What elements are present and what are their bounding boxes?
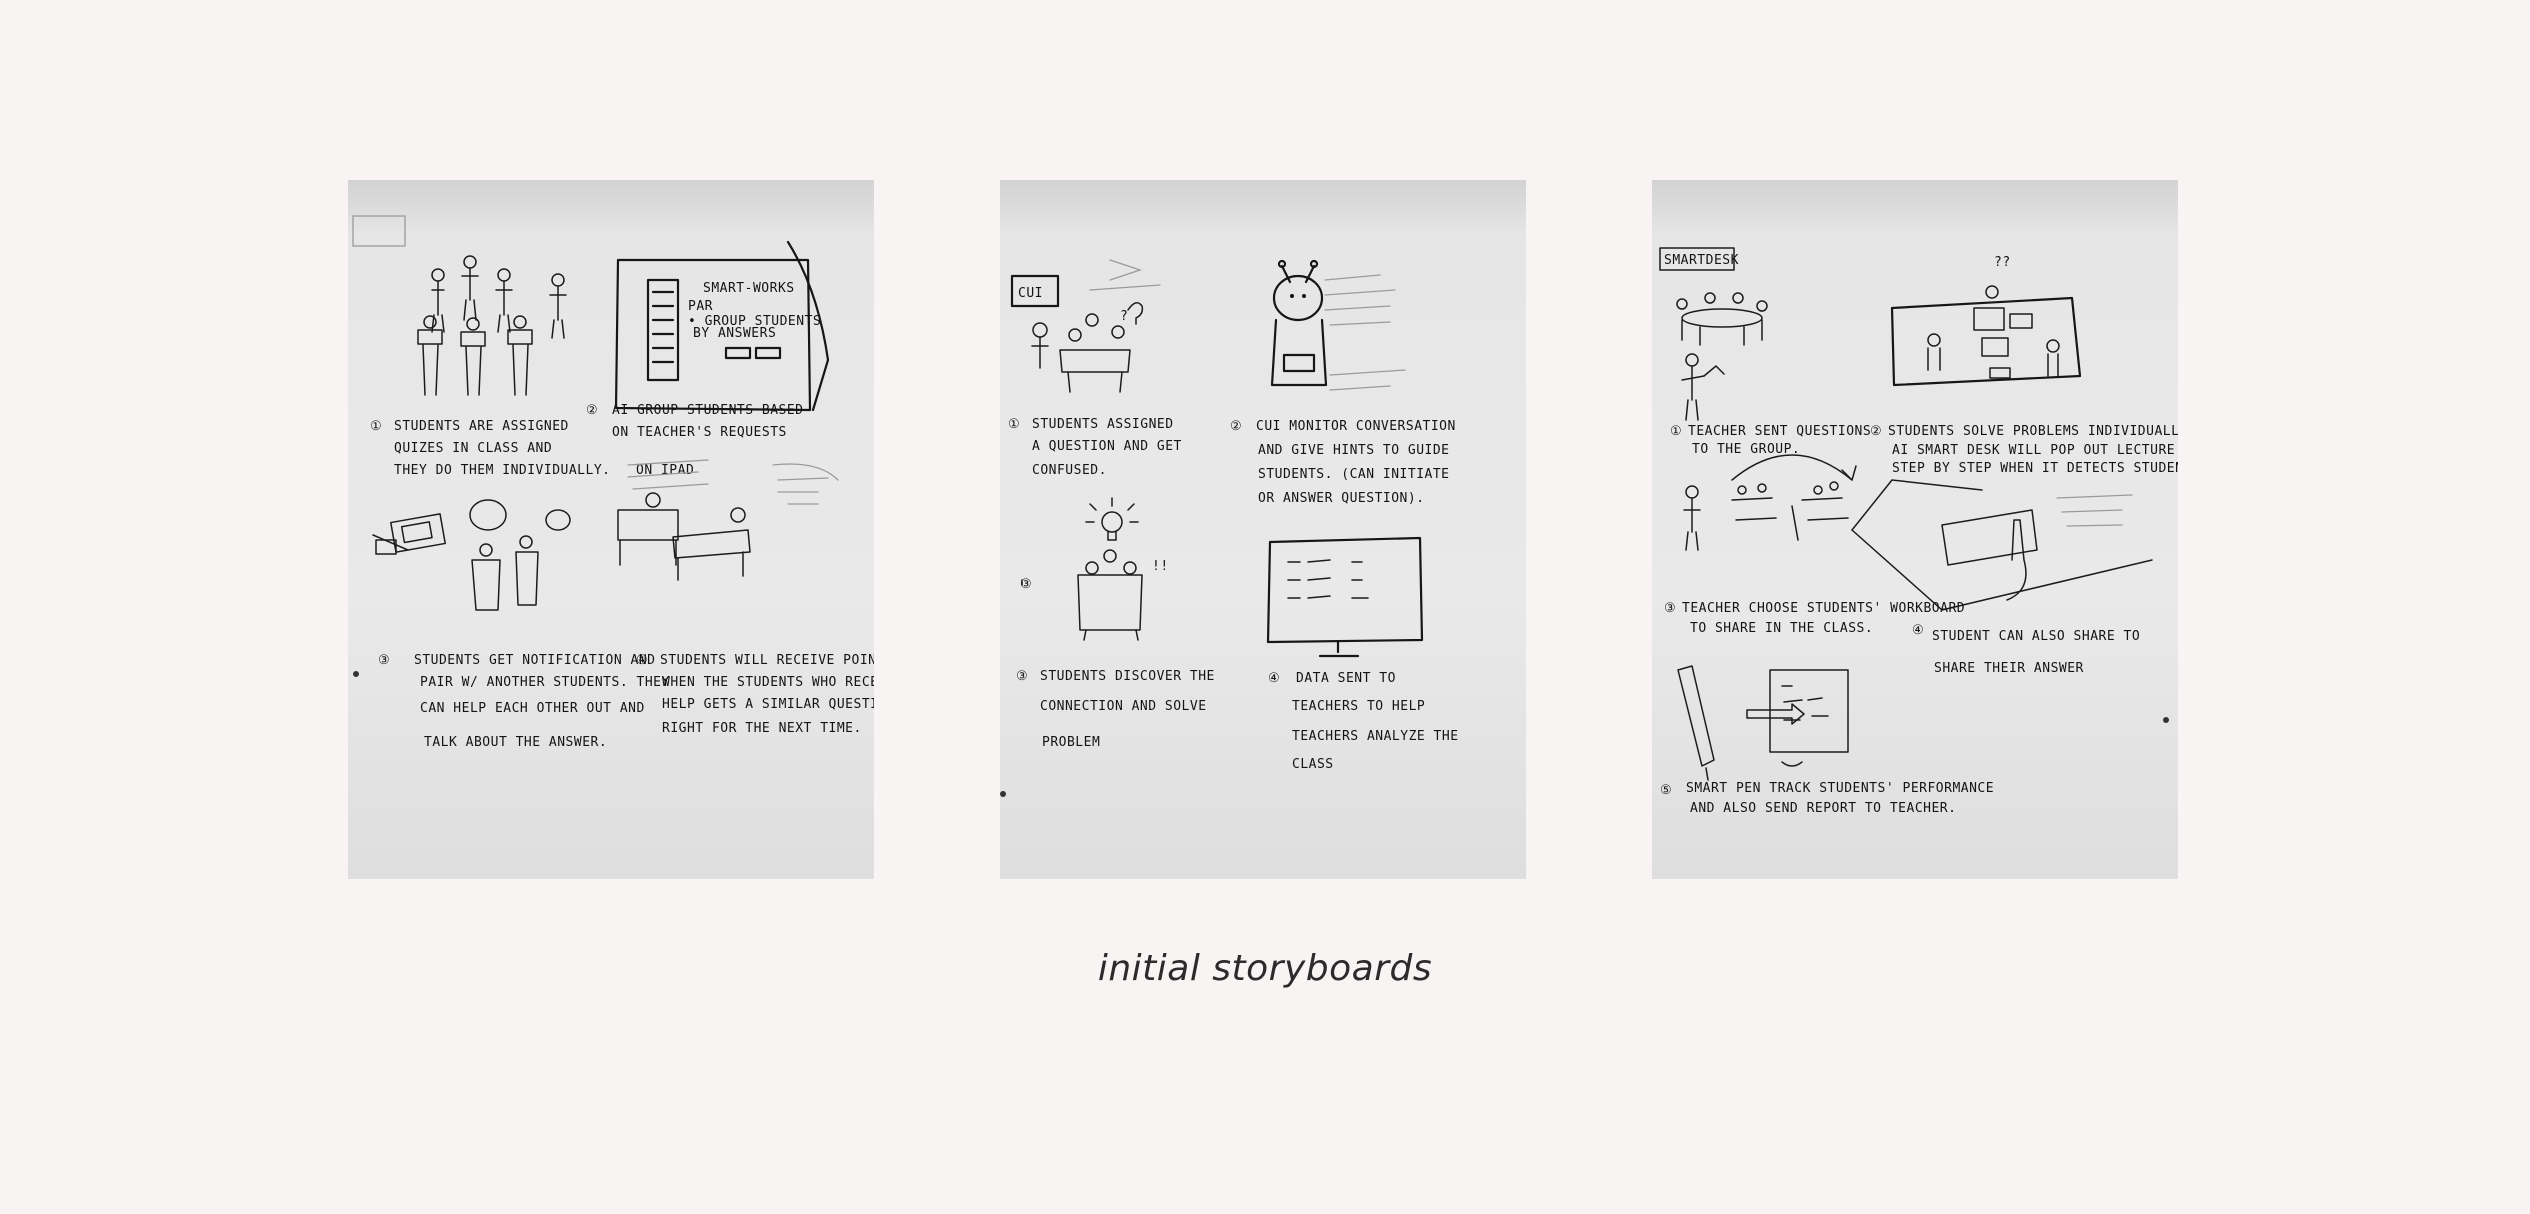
storyboard-3-sketch: SMARTDESK ?? ① TEACHER SENT QUESTIONS TO… [1659, 247, 2178, 816]
svg-text:RIGHT FOR THE NEXT TIME.: RIGHT FOR THE NEXT TIME. [662, 721, 862, 736]
page-caption: initial storyboards [1097, 948, 1433, 989]
svg-text:CAN HELP EACH OTHER OUT AND: CAN HELP EACH OTHER OUT AND [420, 701, 645, 716]
svg-text:??: ?? [1994, 255, 2011, 270]
smartdesk-label: SMARTDESK [1664, 253, 1739, 268]
svg-text:TEACHER CHOOSE STUDENTS' WORKB: TEACHER CHOOSE STUDENTS' WORKBOARD [1682, 601, 1965, 616]
svg-text:③: ③ [1016, 669, 1028, 684]
svg-text:A QUESTION AND GET: A QUESTION AND GET [1032, 439, 1182, 454]
svg-text:STEP BY STEP WHEN IT DETECTS S: STEP BY STEP WHEN IT DETECTS STUDENT IS … [1892, 461, 2178, 476]
step-3-text: ③ STUDENTS DISCOVER THE CONNECTION AND S… [1016, 669, 1215, 750]
svg-text:②: ② [1230, 419, 1242, 434]
svg-text:AND GIVE HINTS TO GUIDE: AND GIVE HINTS TO GUIDE [1258, 443, 1450, 458]
svg-text:WHEN THE STUDENTS WHO RECEIVES: WHEN THE STUDENTS WHO RECEIVES [662, 675, 874, 690]
step-2-text: ② CUI MONITOR CONVERSATION AND GIVE HINT… [1230, 419, 1456, 506]
svg-text:SMART-WORKS: SMART-WORKS [703, 281, 795, 296]
svg-text:CONNECTION AND SOLVE: CONNECTION AND SOLVE [1040, 699, 1207, 714]
svg-text:STUDENT CAN ALSO SHARE TO: STUDENT CAN ALSO SHARE TO [1932, 629, 2140, 644]
svg-text:AND ALSO SEND REPORT TO TEACHE: AND ALSO SEND REPORT TO TEACHER. [1690, 801, 1956, 816]
svg-text:TALK ABOUT THE ANSWER.: TALK ABOUT THE ANSWER. [424, 735, 607, 750]
svg-text:④: ④ [1912, 623, 1924, 638]
svg-text:HELP GETS A SIMILAR QUESTION: HELP GETS A SIMILAR QUESTION [662, 697, 874, 712]
svg-text:①: ① [1670, 424, 1682, 439]
svg-text:SMART PEN TRACK STUDENTS' PERF: SMART PEN TRACK STUDENTS' PERFORMANCE [1686, 781, 1994, 796]
step-1-text: ① STUDENTS ASSIGNED A QUESTION AND GET C… [1008, 417, 1182, 478]
svg-text:!!: !! [1152, 559, 1169, 574]
svg-text:PAR: PAR [688, 299, 713, 314]
storyboard-photo-1: SMART-WORKS PAR • GROUP STUDENTS BY ANSW… [348, 180, 874, 879]
svg-text:②: ② [586, 403, 598, 418]
svg-text:AI GROUP STUDENTS BASED: AI GROUP STUDENTS BASED [612, 403, 804, 418]
step-4-text: ④ STUDENTS WILL RECEIVE POINTS WHEN THE … [636, 653, 874, 736]
svg-text:TEACHER SENT QUESTIONS: TEACHER SENT QUESTIONS [1688, 424, 1871, 439]
svg-text:?: ? [1120, 309, 1128, 324]
svg-text:TEACHERS TO HELP: TEACHERS TO HELP [1292, 699, 1425, 714]
storyboard-photo-2: CUI ? ① STUDENTS ASSIGNED A QUESTION AND… [1000, 180, 1526, 879]
svg-text:STUDENTS ASSIGNED: STUDENTS ASSIGNED [1032, 417, 1174, 432]
step-2-text: ② AI GROUP STUDENTS BASED ON TEACHER'S R… [586, 403, 804, 440]
storyboard-1-sketch: SMART-WORKS PAR • GROUP STUDENTS BY ANSW… [352, 215, 874, 750]
step-1-text: ① TEACHER SENT QUESTIONS TO THE GROUP. [1670, 424, 1871, 457]
svg-text:BY ANSWERS: BY ANSWERS [693, 326, 776, 341]
svg-text:①: ① [370, 419, 382, 434]
svg-text:②: ② [1870, 424, 1882, 439]
svg-text:SHARE THEIR ANSWER: SHARE THEIR ANSWER [1934, 661, 2084, 676]
svg-text:TO SHARE IN THE CLASS.: TO SHARE IN THE CLASS. [1690, 621, 1873, 636]
cui-label: CUI [1018, 286, 1043, 301]
svg-text:CONFUSED.: CONFUSED. [1032, 463, 1107, 478]
svg-text:OR ANSWER QUESTION).: OR ANSWER QUESTION). [1258, 491, 1425, 506]
svg-text:STUDENTS GET NOTIFICATION AND: STUDENTS GET NOTIFICATION AND [414, 653, 655, 668]
svg-text:PAIR W/ ANOTHER STUDENTS. THEY: PAIR W/ ANOTHER STUDENTS. THEY [420, 675, 670, 690]
svg-text:CLASS: CLASS [1292, 757, 1334, 772]
svg-text:①: ① [1008, 417, 1020, 432]
svg-text:DATA SENT TO: DATA SENT TO [1296, 671, 1396, 686]
step-4-text: ④ DATA SENT TO TEACHERS TO HELP TEACHERS… [1268, 671, 1459, 772]
svg-text:ON TEACHER'S REQUESTS: ON TEACHER'S REQUESTS [612, 425, 787, 440]
svg-text:STUDENTS SOLVE PROBLEMS INDIVI: STUDENTS SOLVE PROBLEMS INDIVIDUALLY. [1888, 424, 2178, 439]
svg-text:④: ④ [636, 653, 648, 668]
storyboard-2-sketch: CUI ? ① STUDENTS ASSIGNED A QUESTION AND… [1000, 259, 1459, 797]
step-5-text: ⑤ SMART PEN TRACK STUDENTS' PERFORMANCE … [1660, 781, 1994, 816]
svg-text:③: ③ [1664, 601, 1676, 616]
svg-text:QUIZES IN CLASS AND: QUIZES IN CLASS AND [394, 441, 552, 456]
svg-text:③: ③ [378, 653, 390, 668]
svg-text:③: ③ [1020, 577, 1032, 592]
step-3-text: ③ STUDENTS GET NOTIFICATION AND PAIR W/ … [378, 653, 670, 750]
svg-text:STUDENTS WILL RECEIVE POINTS: STUDENTS WILL RECEIVE POINTS [660, 653, 874, 668]
svg-text:TEACHERS ANALYZE THE: TEACHERS ANALYZE THE [1292, 729, 1459, 744]
svg-text:⑤: ⑤ [1660, 783, 1672, 798]
svg-text:CUI MONITOR CONVERSATION: CUI MONITOR CONVERSATION [1256, 419, 1456, 434]
svg-text:④: ④ [1268, 671, 1280, 686]
svg-text:STUDENTS ARE ASSIGNED: STUDENTS ARE ASSIGNED [394, 419, 569, 434]
svg-text:AI SMART DESK WILL POP OUT LEC: AI SMART DESK WILL POP OUT LECTURE NOTES… [1892, 443, 2178, 458]
svg-text:STUDENTS. (CAN INITIATE: STUDENTS. (CAN INITIATE [1258, 467, 1450, 482]
step-4-text: ④ STUDENT CAN ALSO SHARE TO SHARE THEIR … [1912, 623, 2140, 676]
svg-text:THEY DO THEM INDIVIDUALLY.: THEY DO THEM INDIVIDUALLY. [394, 463, 611, 478]
svg-text:STUDENTS DISCOVER THE: STUDENTS DISCOVER THE [1040, 669, 1215, 684]
svg-text:PROBLEM: PROBLEM [1042, 735, 1100, 750]
step-2-text: ② STUDENTS SOLVE PROBLEMS INDIVIDUALLY. … [1870, 424, 2178, 476]
storyboard-photo-3: SMARTDESK ?? ① TEACHER SENT QUESTIONS TO… [1652, 180, 2178, 879]
